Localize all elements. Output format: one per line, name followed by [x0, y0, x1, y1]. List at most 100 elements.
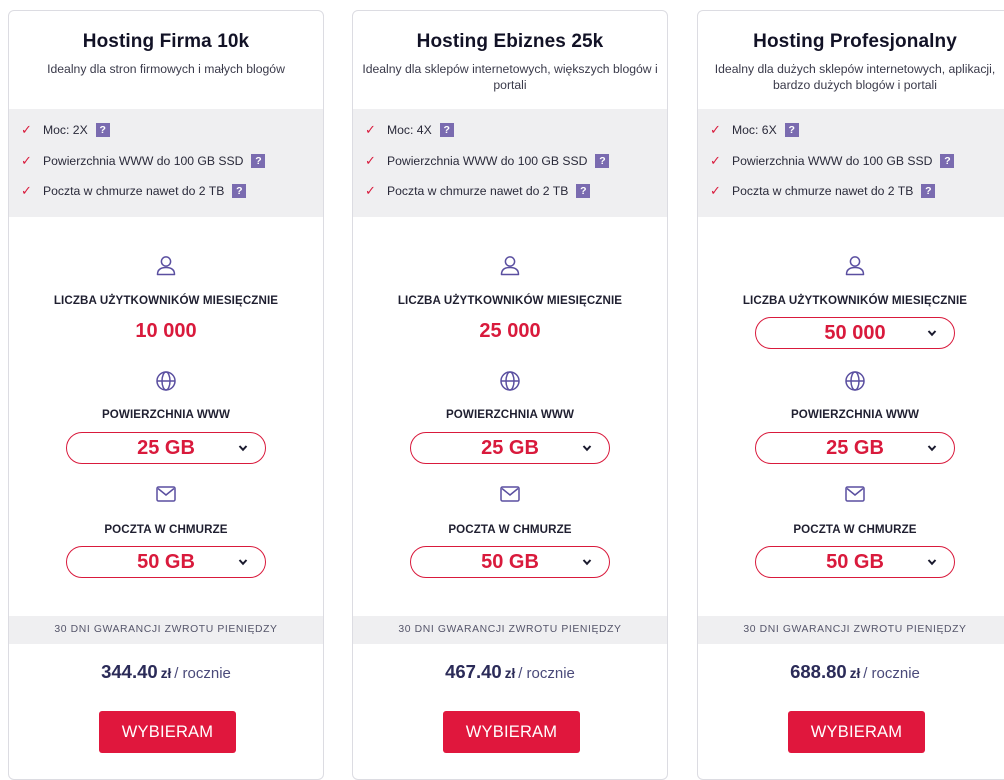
mail-size-select[interactable]: 50 GB: [755, 546, 955, 578]
globe-icon: [844, 370, 866, 392]
plan-subtitle: Idealny dla dużych sklepów internetowych…: [714, 62, 996, 92]
www-label: POWIERZCHNIA WWW: [445, 408, 575, 421]
www-size-value: 25 GB: [481, 436, 539, 459]
mail-size-value: 50 GB: [481, 550, 539, 573]
mail-icon: [499, 483, 521, 505]
feature-text: Poczta w chmurze nawet do 2 TB: [732, 184, 914, 198]
check-icon: ✓: [21, 153, 32, 168]
www-size-select[interactable]: 25 GB: [410, 432, 610, 464]
plan-title: Hosting Ebiznes 25k: [416, 31, 604, 52]
users-value: 10 000: [135, 320, 197, 342]
chevron-down-icon: [582, 559, 592, 566]
users-value: 25 000: [479, 320, 541, 342]
feature-text: Moc: 4X: [387, 123, 432, 137]
chevron-down-icon: [927, 559, 937, 566]
mail-size-value: 50 GB: [826, 550, 884, 573]
plan-subtitle: Idealny dla sklepów internetowych, więks…: [362, 62, 658, 92]
plan-title: Hosting Profesjonalny: [753, 31, 957, 52]
price-period: / rocznie: [863, 665, 920, 682]
check-icon: ✓: [365, 122, 376, 137]
price: 344.40 zł / rocznie: [9, 661, 323, 683]
user-icon: [844, 254, 866, 276]
mail-label: POCZTA W CHMURZE: [793, 523, 917, 536]
feature-list: ✓ Moc: 4X ? ✓ Powierzchnia WWW do 100 GB…: [353, 109, 667, 217]
feature-text: Poczta w chmurze nawet do 2 TB: [43, 184, 225, 198]
users-count-select[interactable]: 50 000: [755, 317, 955, 349]
feature-list: ✓ Moc: 6X ? ✓ Powierzchnia WWW do 100 GB…: [698, 109, 1004, 217]
globe-icon: [499, 370, 521, 392]
mail-size-select[interactable]: 50 GB: [66, 546, 266, 578]
chevron-down-icon: [582, 445, 592, 452]
question-icon[interactable]: ?: [95, 123, 110, 137]
mail-label: POCZTA W CHMURZE: [448, 523, 572, 536]
feature-text: Powierzchnia WWW do 100 GB SSD: [43, 154, 244, 168]
price: 688.80 zł / rocznie: [698, 661, 1004, 683]
price-currency: zł: [504, 666, 516, 681]
feature-item: ✓ Poczta w chmurze nawet do 2 TB ?: [365, 181, 659, 201]
choose-plan-button[interactable]: WYBIERAM: [443, 711, 580, 753]
question-icon[interactable]: ?: [940, 154, 955, 168]
feature-item: ✓ Moc: 6X ?: [710, 120, 1004, 140]
plan-card-profesjonalny: Hosting Profesjonalny Idealny dla dużych…: [697, 10, 1004, 780]
feature-item: ✓ Poczta w chmurze nawet do 2 TB ?: [710, 181, 1004, 201]
users-label: LICZBA UŻYTKOWNIKÓW MIESIĘCZNIE: [53, 294, 279, 307]
chevron-down-icon: [238, 445, 248, 452]
question-icon[interactable]: ?: [232, 184, 247, 198]
question-icon[interactable]: ?: [784, 123, 799, 137]
feature-text: Poczta w chmurze nawet do 2 TB: [387, 184, 569, 198]
feature-item: ✓ Poczta w chmurze nawet do 2 TB ?: [21, 181, 315, 201]
mail-size-value: 50 GB: [137, 550, 195, 573]
feature-text: Moc: 6X: [732, 123, 777, 137]
question-icon[interactable]: ?: [576, 184, 591, 198]
feature-text: Powierzchnia WWW do 100 GB SSD: [732, 154, 933, 168]
money-back-guarantee: 30 DNI GWARANCJI ZWROTU PIENIĘDZY: [698, 616, 1004, 644]
question-icon[interactable]: ?: [251, 154, 266, 168]
price-currency: zł: [849, 666, 861, 681]
check-icon: ✓: [21, 122, 32, 137]
price-period: / rocznie: [518, 665, 575, 682]
feature-item: ✓ Powierzchnia WWW do 100 GB SSD ?: [365, 151, 659, 171]
user-icon: [499, 254, 521, 276]
feature-item: ✓ Powierzchnia WWW do 100 GB SSD ?: [21, 151, 315, 171]
feature-item: ✓ Moc: 2X ?: [21, 120, 315, 140]
check-icon: ✓: [21, 183, 32, 198]
users-label: LICZBA UŻYTKOWNIKÓW MIESIĘCZNIE: [397, 294, 623, 307]
mail-size-select[interactable]: 50 GB: [410, 546, 610, 578]
mail-icon: [844, 483, 866, 505]
choose-plan-button[interactable]: WYBIERAM: [788, 711, 925, 753]
price-amount: 344.40: [101, 661, 158, 682]
price-amount: 467.40: [445, 661, 502, 682]
www-size-value: 25 GB: [826, 436, 884, 459]
feature-item: ✓ Powierzchnia WWW do 100 GB SSD ?: [710, 151, 1004, 171]
chevron-down-icon: [238, 559, 248, 566]
check-icon: ✓: [365, 183, 376, 198]
question-icon[interactable]: ?: [921, 184, 936, 198]
check-icon: ✓: [710, 122, 721, 137]
feature-item: ✓ Moc: 4X ?: [365, 120, 659, 140]
user-icon: [155, 254, 177, 276]
globe-icon: [155, 370, 177, 392]
chevron-down-icon: [927, 330, 937, 337]
users-label: LICZBA UŻYTKOWNIKÓW MIESIĘCZNIE: [742, 294, 968, 307]
price-currency: zł: [160, 666, 172, 681]
money-back-guarantee: 30 DNI GWARANCJI ZWROTU PIENIĘDZY: [353, 616, 667, 644]
users-count-value: 50 000: [824, 321, 886, 344]
price: 467.40 zł / rocznie: [353, 661, 667, 683]
www-label: POWIERZCHNIA WWW: [790, 408, 920, 421]
plan-card-firma-10k: Hosting Firma 10k Idealny dla stron firm…: [8, 10, 324, 780]
price-period: / rocznie: [174, 665, 231, 682]
www-size-value: 25 GB: [137, 436, 195, 459]
question-icon[interactable]: ?: [595, 154, 610, 168]
question-icon[interactable]: ?: [439, 123, 454, 137]
chevron-down-icon: [927, 445, 937, 452]
plan-title: Hosting Firma 10k: [82, 31, 250, 52]
choose-plan-button[interactable]: WYBIERAM: [99, 711, 236, 753]
mail-label: POCZTA W CHMURZE: [104, 523, 228, 536]
www-size-select[interactable]: 25 GB: [66, 432, 266, 464]
mail-icon: [155, 483, 177, 505]
plan-subtitle: Idealny dla stron firmowych i małych blo…: [47, 62, 285, 76]
www-size-select[interactable]: 25 GB: [755, 432, 955, 464]
feature-list: ✓ Moc: 2X ? ✓ Powierzchnia WWW do 100 GB…: [9, 109, 323, 217]
feature-text: Moc: 2X: [43, 123, 88, 137]
check-icon: ✓: [365, 153, 376, 168]
